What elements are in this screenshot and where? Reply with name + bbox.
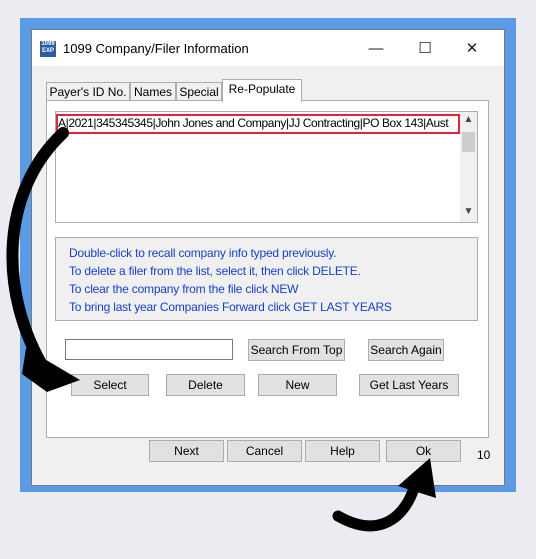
search-input[interactable]: [65, 339, 233, 360]
minimize-button[interactable]: —: [356, 36, 396, 62]
tab-re-populate[interactable]: Re-Populate: [222, 79, 302, 102]
search-again-button[interactable]: Search Again: [368, 339, 444, 361]
tab-payers-id[interactable]: Payer's ID No.: [46, 82, 130, 100]
curved-arrow-icon: [332, 482, 420, 532]
maximize-button[interactable]: ☐: [405, 36, 445, 62]
delete-button[interactable]: Delete: [166, 374, 245, 396]
help-button[interactable]: Help: [305, 440, 380, 462]
window-title: 1099 Company/Filer Information: [63, 41, 249, 56]
page-number: 10: [477, 448, 491, 462]
info-line: To bring last year Companies Forward cli…: [69, 300, 392, 314]
new-button[interactable]: New: [258, 374, 337, 396]
re-populate-panel: A|2021|345345345|John Jones and Company|…: [46, 100, 489, 438]
get-last-years-button[interactable]: Get Last Years: [359, 374, 459, 396]
scroll-up-icon[interactable]: ▲: [460, 114, 477, 125]
app-icon: 1099 EXP: [40, 41, 56, 57]
select-button[interactable]: Select: [71, 374, 149, 396]
search-from-top-button[interactable]: Search From Top: [248, 339, 345, 361]
app-icon-text: 1099 EXP: [41, 41, 55, 54]
highlight-box: [56, 114, 460, 134]
scroll-down-icon[interactable]: ▼: [460, 206, 477, 217]
tab-special[interactable]: Special: [176, 82, 222, 100]
scroll-thumb[interactable]: [462, 132, 475, 152]
info-line: To delete a filer from the list, select …: [69, 264, 361, 278]
tab-names[interactable]: Names: [130, 82, 176, 100]
cancel-button[interactable]: Cancel: [227, 440, 302, 462]
ok-button[interactable]: Ok: [386, 440, 461, 462]
info-line: Double-click to recall company info type…: [69, 246, 337, 260]
title-bar: 1099 EXP 1099 Company/Filer Information …: [32, 30, 504, 66]
company-listbox[interactable]: A|2021|345345345|John Jones and Company|…: [55, 111, 478, 223]
close-button[interactable]: ✕: [452, 36, 492, 62]
list-item[interactable]: A|2021|345345345|John Jones and Company|…: [56, 114, 460, 134]
next-button[interactable]: Next: [149, 440, 224, 462]
dialog-window: 1099 EXP 1099 Company/Filer Information …: [31, 29, 505, 486]
info-line: To clear the company from the file click…: [69, 282, 299, 296]
vertical-scrollbar[interactable]: ▲ ▼: [460, 112, 477, 222]
instructions-box: Double-click to recall company info type…: [55, 237, 478, 321]
